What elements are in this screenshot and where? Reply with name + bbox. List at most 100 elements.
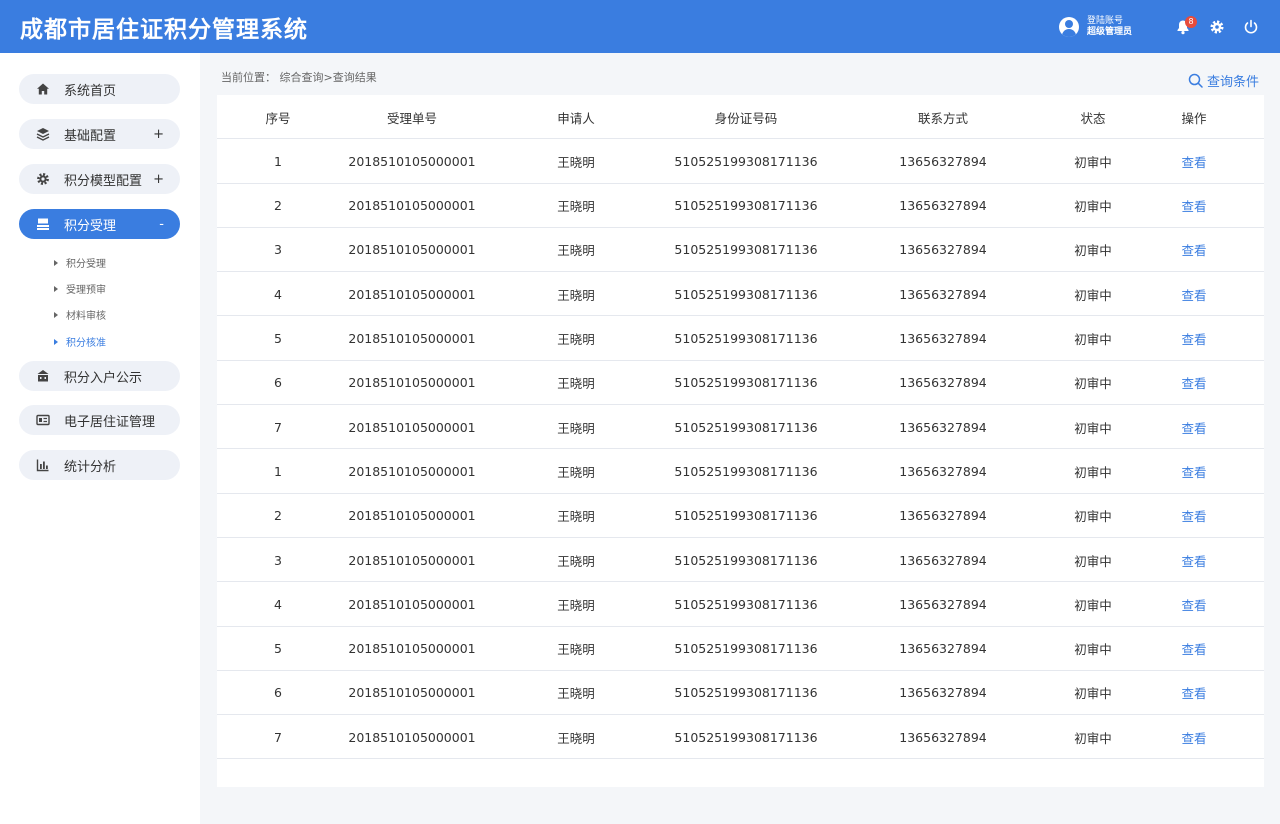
building-icon: [35, 368, 51, 384]
power-icon: [1244, 19, 1258, 34]
view-link[interactable]: 查看: [1181, 627, 1206, 671]
cell-status: 初审中: [1074, 553, 1112, 569]
nav-score-acceptance[interactable]: 积分受理 -: [19, 209, 180, 239]
cell-index: 2: [274, 508, 282, 524]
cell-index: 5: [274, 331, 282, 346]
view-link[interactable]: 查看: [1181, 361, 1206, 405]
view-link[interactable]: 查看: [1181, 582, 1206, 626]
column-header-order-number: 受理单号: [386, 110, 438, 126]
cell-id-number: 510525199308171136: [674, 286, 818, 302]
id-card-icon: [35, 412, 51, 428]
cell-contact: 13656327894: [899, 242, 987, 258]
cell-applicant: 王晓明: [557, 154, 595, 170]
view-link[interactable]: 查看: [1181, 228, 1206, 272]
view-link[interactable]: 查看: [1181, 715, 1206, 759]
triangle-right-icon: [54, 259, 58, 266]
cell-status: 初审中: [1074, 730, 1112, 746]
table-row: 1 2018510105000001 王晓明 510525199308171136 13…: [217, 139, 1264, 184]
cell-order-number: 2018510105000001: [348, 552, 476, 568]
view-link[interactable]: 查看: [1181, 494, 1206, 538]
notification-button[interactable]: 8: [1166, 0, 1200, 53]
nav-e-residence-permit-label: 电子居住证管理: [64, 414, 156, 430]
cell-status: 初审中: [1074, 420, 1112, 436]
table-row: 2 2018510105000001 王晓明 510525199308171136 13…: [217, 184, 1264, 228]
expand-toggle[interactable]: +: [153, 127, 164, 142]
settings-button[interactable]: [1200, 0, 1234, 53]
cell-status: 初审中: [1074, 464, 1112, 480]
cell-applicant: 王晓明: [557, 509, 595, 525]
nav-score-acceptance-label: 积分受理: [64, 218, 117, 234]
cell-id-number: 510525199308171136: [674, 198, 818, 214]
expand-toggle[interactable]: +: [153, 172, 164, 187]
gear-icon: [35, 171, 51, 187]
nav-public-notice[interactable]: 积分入户公示: [19, 361, 180, 391]
cell-id-number: 510525199308171136: [674, 242, 818, 258]
cell-applicant: 王晓明: [557, 553, 595, 569]
cell-order-number: 2018510105000001: [348, 685, 476, 701]
cell-contact: 13656327894: [899, 685, 987, 701]
table-row: 2 2018510105000001 王晓明 510525199308171136 13…: [217, 494, 1264, 538]
cell-order-number: 2018510105000001: [348, 419, 476, 435]
cell-id-number: 510525199308171136: [674, 331, 818, 346]
cell-status: 初审中: [1074, 509, 1112, 525]
column-header-contact: 联系方式: [917, 110, 969, 126]
view-link[interactable]: 查看: [1181, 538, 1206, 582]
cell-order-number: 2018510105000001: [348, 198, 476, 214]
cell-status: 初审中: [1074, 287, 1112, 303]
cell-order-number: 2018510105000001: [348, 242, 476, 258]
cell-index: 7: [274, 419, 282, 435]
app-title: 成都市居住证积分管理系统: [20, 17, 308, 43]
cell-id-number: 510525199308171136: [674, 552, 818, 568]
cell-applicant: 王晓明: [557, 642, 595, 658]
sub-item-score-approval[interactable]: 积分核准: [54, 334, 106, 349]
nav-score-model-config-label: 积分模型配置: [64, 173, 143, 189]
user-account-label: 登陆账号: [1086, 15, 1123, 26]
cell-index: 6: [274, 375, 282, 391]
cell-contact: 13656327894: [899, 552, 987, 568]
view-link[interactable]: 查看: [1181, 139, 1206, 183]
view-link[interactable]: 查看: [1181, 671, 1206, 715]
cell-order-number: 2018510105000001: [348, 463, 476, 479]
cell-index: 5: [274, 641, 282, 657]
nav-statistics[interactable]: 统计分析: [19, 450, 180, 480]
column-header-index: 序号: [265, 110, 291, 126]
table-row: 7 2018510105000001 王晓明 510525199308171136 13…: [217, 715, 1264, 760]
cell-order-number: 2018510105000001: [348, 596, 476, 612]
cell-applicant: 王晓明: [557, 376, 595, 392]
query-conditions-button[interactable]: 查询条件: [1188, 71, 1259, 90]
table-row: 6 2018510105000001 王晓明 510525199308171136 13…: [217, 671, 1264, 716]
user-account[interactable]: 登陆账号 超级管理员: [1058, 15, 1132, 38]
cell-status: 初审中: [1074, 332, 1112, 347]
nav-score-model-config[interactable]: 积分模型配置 +: [19, 164, 180, 194]
cell-id-number: 510525199308171136: [674, 685, 818, 701]
sub-item-score-acceptance[interactable]: 积分受理: [54, 255, 106, 270]
cell-order-number: 2018510105000001: [348, 375, 476, 391]
view-link[interactable]: 查看: [1181, 405, 1206, 449]
results-table: 序号 受理单号 申请人 身份证号码 联系方式 状态 操作 1 2018510105000001 王…: [217, 95, 1264, 787]
cell-contact: 13656327894: [899, 153, 987, 169]
nav-basic-config[interactable]: 基础配置 +: [19, 119, 180, 149]
view-link[interactable]: 查看: [1181, 449, 1206, 493]
collapse-toggle[interactable]: -: [159, 217, 164, 232]
view-link[interactable]: 查看: [1181, 184, 1206, 228]
logout-button[interactable]: [1234, 0, 1268, 53]
cell-contact: 13656327894: [899, 419, 987, 435]
nav-home[interactable]: 系统首页: [19, 74, 180, 104]
notification-badge: 8: [1185, 16, 1197, 28]
table-row: 6 2018510105000001 王晓明 510525199308171136 13…: [217, 361, 1264, 406]
view-link[interactable]: 查看: [1181, 317, 1206, 361]
table-row: 3 2018510105000001 王晓明 510525199308171136 13…: [217, 228, 1264, 273]
cell-order-number: 2018510105000001: [348, 153, 476, 169]
bar-chart-icon: [35, 457, 51, 473]
sub-item-pre-review[interactable]: 受理预审: [54, 281, 106, 296]
cell-index: 3: [274, 242, 282, 258]
table-row: 5 2018510105000001 王晓明 510525199308171136 13…: [217, 627, 1264, 671]
table-row: 5 2018510105000001 王晓明 510525199308171136 13…: [217, 317, 1264, 361]
view-link[interactable]: 查看: [1181, 272, 1206, 316]
nav-e-residence-permit[interactable]: 电子居住证管理: [19, 405, 180, 435]
cell-index: 7: [274, 729, 282, 745]
inbox-icon: [35, 216, 51, 232]
cell-id-number: 510525199308171136: [674, 153, 818, 169]
triangle-right-icon: [54, 338, 58, 345]
sub-item-material-review[interactable]: 材料审核: [54, 307, 106, 322]
